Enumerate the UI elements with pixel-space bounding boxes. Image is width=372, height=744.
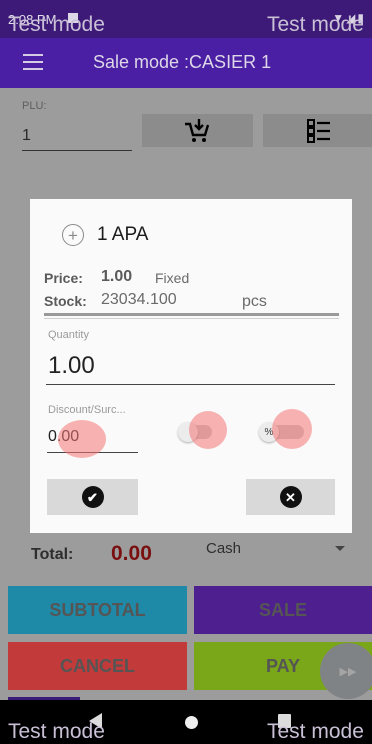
- watermark-bottom-right: Test mode: [267, 720, 364, 743]
- fast-forward-icon: ▶▶: [339, 665, 357, 678]
- confirm-button[interactable]: ✔: [47, 479, 138, 515]
- cancel-button[interactable]: CANCEL: [8, 642, 187, 690]
- item-name: 1 APA: [97, 224, 149, 245]
- watermark-top-right: Test mode: [267, 13, 364, 36]
- sale-button[interactable]: SALE: [194, 586, 372, 634]
- stock-value: 23034.100: [101, 291, 177, 308]
- stock-unit: pcs: [242, 293, 267, 310]
- discount-label: Discount/Surc...: [48, 404, 126, 416]
- price-type: Fixed: [155, 270, 190, 286]
- list-icon: [307, 119, 330, 143]
- plus-circle-icon[interactable]: +: [62, 224, 84, 246]
- fast-forward-button[interactable]: ▶▶: [320, 643, 372, 699]
- watermark-bottom-left: Test mode: [8, 720, 105, 743]
- close-icon: ✕: [279, 486, 302, 508]
- divider: [44, 313, 339, 316]
- page-title: Sale mode :CASIER 1: [93, 52, 272, 72]
- add-to-cart-button[interactable]: [142, 114, 253, 147]
- quantity-field[interactable]: 1.00: [48, 352, 95, 380]
- price-value: 1.00: [101, 268, 133, 285]
- total-value: 0.00: [111, 542, 152, 565]
- subtotal-button[interactable]: SUBTOTAL: [8, 586, 187, 634]
- quantity-underline: [46, 384, 335, 385]
- total-label: Total:: [31, 546, 74, 563]
- home-icon[interactable]: [185, 716, 198, 729]
- cart-add-icon: [185, 119, 210, 142]
- chevron-down-icon[interactable]: [335, 546, 345, 551]
- touch-indicator: [189, 411, 227, 449]
- check-icon: ✔: [81, 486, 104, 508]
- divider-thin: [44, 318, 339, 319]
- plu-underline: [22, 150, 132, 151]
- menu-icon[interactable]: [23, 54, 43, 70]
- touch-indicator: [272, 409, 312, 449]
- plu-label: PLU:: [22, 100, 47, 112]
- watermark-top-left: Test mode: [8, 13, 105, 36]
- plu-input[interactable]: 1: [22, 127, 31, 145]
- stock-label: Stock:: [44, 293, 87, 309]
- close-button[interactable]: ✕: [246, 479, 335, 515]
- item-list-button[interactable]: [263, 114, 372, 147]
- payment-method-select[interactable]: Cash: [206, 540, 241, 557]
- price-label: Price:: [44, 270, 83, 286]
- touch-indicator: [58, 420, 106, 458]
- quantity-label: Quantity: [48, 329, 89, 341]
